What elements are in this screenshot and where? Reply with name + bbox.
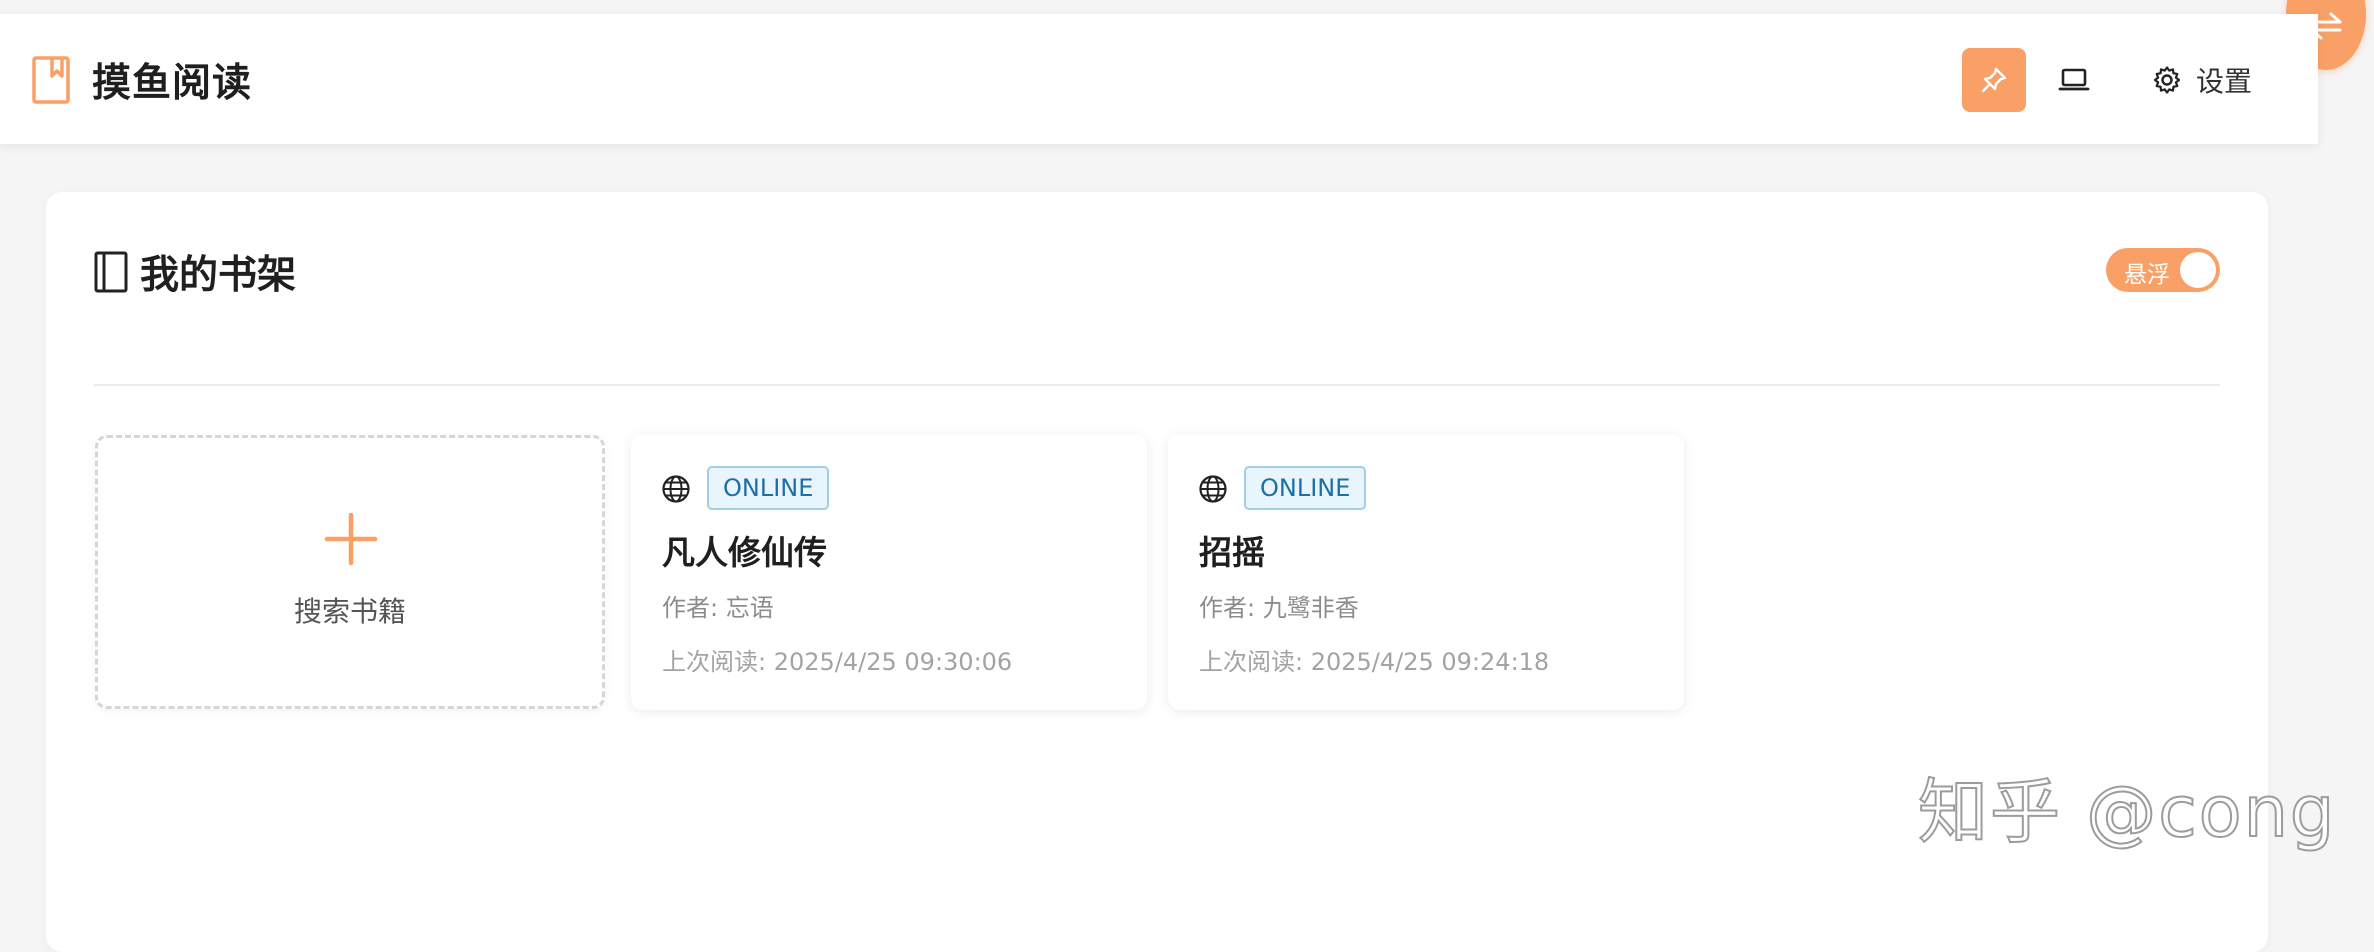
pin-icon xyxy=(1981,67,2007,93)
app-title: 摸鱼阅读 xyxy=(92,61,253,106)
book-icon xyxy=(94,251,128,293)
pin-button[interactable] xyxy=(1962,48,2026,112)
laptop-icon xyxy=(2058,68,2090,91)
book-title: 凡人修仙传 xyxy=(662,533,827,572)
book-author: 作者: 九鹭非香 xyxy=(1199,594,1359,622)
toggle-knob xyxy=(2180,252,2216,288)
book-title: 招摇 xyxy=(1199,533,1265,572)
globe-icon xyxy=(662,475,690,503)
source-badge: ONLINE xyxy=(1244,466,1367,510)
brand: 摸鱼阅读 xyxy=(32,54,252,106)
bookshelf-title: 我的书架 xyxy=(140,253,297,298)
book-card[interactable]: ONLINE 招摇 作者: 九鹭非香 上次阅读: 2025/4/25 09:24… xyxy=(1168,434,1684,710)
float-toggle-label: 悬浮 xyxy=(2124,262,2170,288)
gear-icon xyxy=(2153,66,2181,94)
settings-button[interactable]: 设置 xyxy=(2140,48,2270,112)
settings-label: 设置 xyxy=(2196,65,2253,98)
bookmark-book-icon xyxy=(32,56,70,104)
book-card[interactable]: ONLINE 凡人修仙传 作者: 忘语 上次阅读: 2025/4/25 09:3… xyxy=(631,434,1147,710)
search-books-label: 搜索书籍 xyxy=(293,595,406,628)
float-toggle[interactable]: 悬浮 xyxy=(2106,248,2220,292)
book-last-read: 上次阅读: 2025/4/25 09:30:06 xyxy=(662,648,1013,676)
watermark: 知乎 @cong xyxy=(1917,770,2337,854)
divider xyxy=(94,384,2220,386)
plus-icon xyxy=(324,512,378,566)
app-header: 摸鱼阅读 设置 xyxy=(0,14,2318,144)
book-last-read: 上次阅读: 2025/4/25 09:24:18 xyxy=(1199,648,1550,676)
search-books-card[interactable]: 搜索书籍 xyxy=(95,435,605,709)
bookshelf-heading: 我的书架 xyxy=(94,244,296,300)
globe-icon xyxy=(1199,475,1227,503)
laptop-mode-button[interactable] xyxy=(2042,48,2106,112)
book-author: 作者: 忘语 xyxy=(662,594,774,622)
source-badge: ONLINE xyxy=(707,466,830,510)
